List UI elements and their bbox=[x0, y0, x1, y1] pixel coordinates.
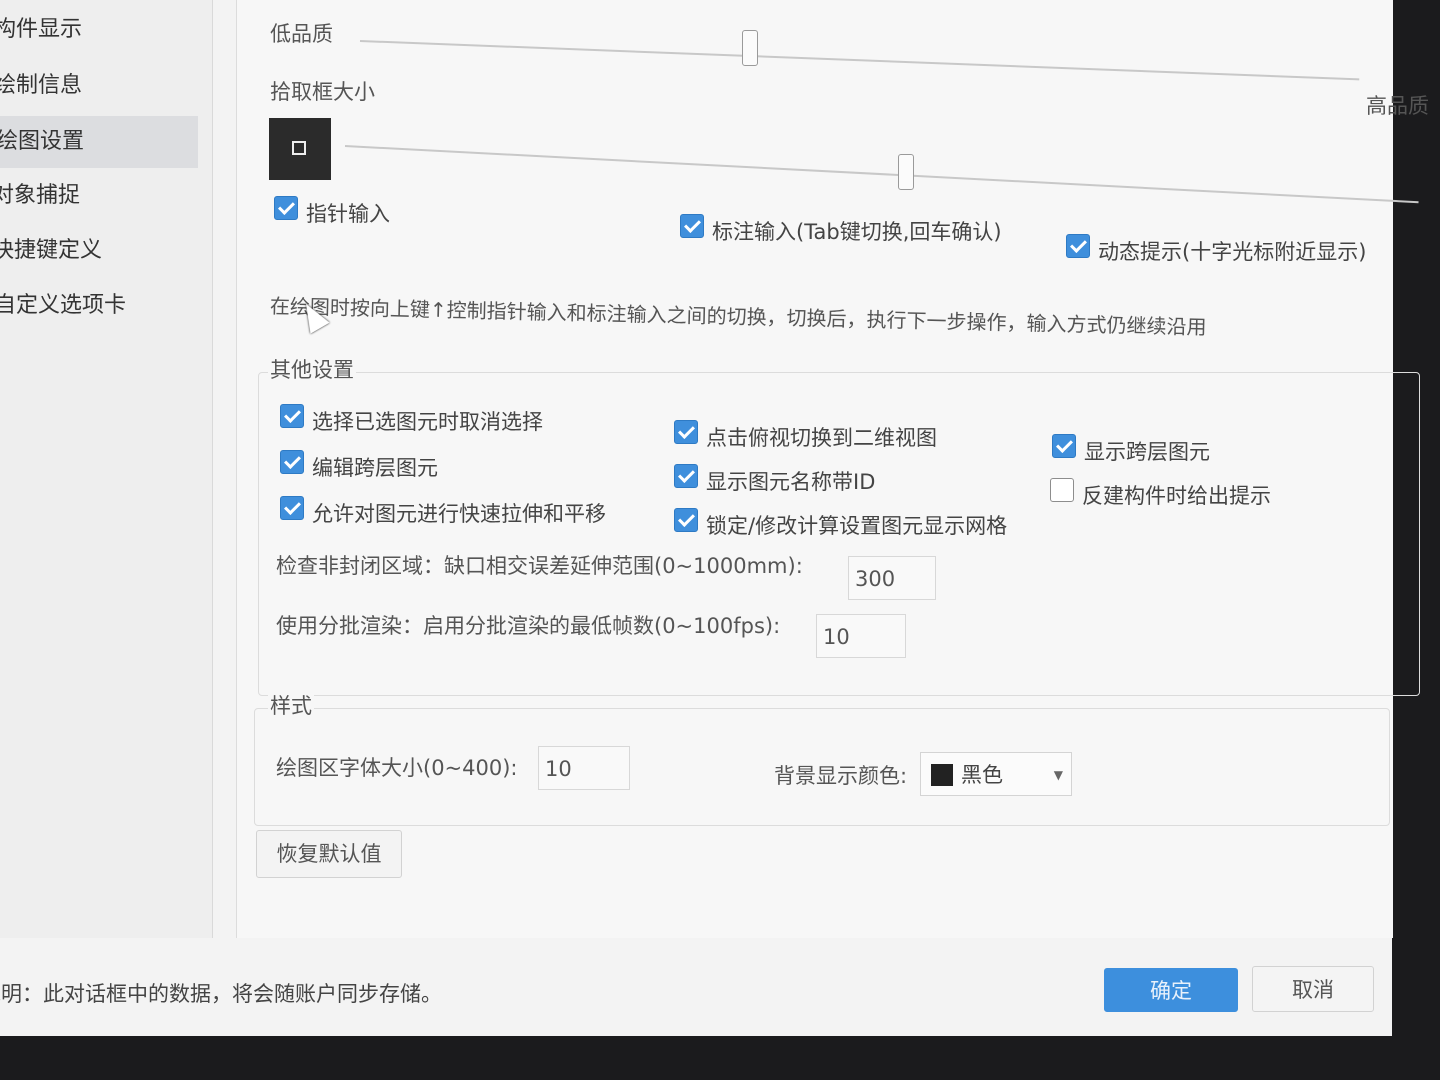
square-icon bbox=[292, 141, 306, 155]
lock-grid-checkbox[interactable] bbox=[674, 508, 698, 532]
show-cross-layer-checkbox[interactable] bbox=[1052, 434, 1076, 458]
batch-render-input[interactable]: 10 bbox=[816, 614, 906, 658]
show-cross-layer-label: 显示跨层图元 bbox=[1084, 440, 1210, 464]
ok-button[interactable]: 确定 bbox=[1104, 968, 1238, 1012]
pointer-input-checkbox[interactable] bbox=[274, 196, 298, 220]
show-name-id-label: 显示图元名称带ID bbox=[706, 470, 876, 494]
color-swatch bbox=[931, 764, 953, 786]
top-view-2d-checkbox[interactable] bbox=[674, 420, 698, 444]
sidebar-item-draw-info[interactable]: 绘制信息 bbox=[0, 60, 196, 112]
pickbox-slider-thumb[interactable] bbox=[898, 154, 914, 190]
quality-slider-thumb[interactable] bbox=[742, 30, 758, 66]
pickbox-size-label: 拾取框大小 bbox=[270, 80, 375, 104]
dimension-input-checkbox[interactable] bbox=[680, 214, 704, 238]
quick-stretch-checkbox[interactable] bbox=[280, 496, 304, 520]
footer-note: 说明：此对话框中的数据，将会随账户同步存储。 bbox=[0, 982, 442, 1006]
restore-default-button[interactable]: 恢复默认值 bbox=[256, 830, 402, 878]
bg-color-select[interactable]: 黑色 ▼ bbox=[920, 752, 1072, 796]
sidebar-item-shortcut-define[interactable]: 快捷键定义 bbox=[0, 225, 194, 277]
options-dialog: 构件显示 绘制信息 绘图设置 对象捕捉 快捷键定义 自定义选项卡 低品质 高品质… bbox=[0, 0, 1429, 1036]
unclosed-area-label: 检查非封闭区域：缺口相交误差延伸范围(0~1000mm): bbox=[276, 554, 803, 578]
bg-color-label: 背景显示颜色: bbox=[774, 764, 908, 788]
unclosed-area-input[interactable]: 300 bbox=[848, 556, 936, 600]
sidebar-item-object-snap[interactable]: 对象捕捉 bbox=[0, 170, 194, 222]
batch-render-label: 使用分批渲染：启用分批渲染的最低帧数(0~100fps): bbox=[276, 614, 781, 638]
font-size-input[interactable]: 10 bbox=[538, 746, 630, 790]
quality-low-label: 低品质 bbox=[270, 22, 333, 46]
sidebar-item-component-display[interactable]: 构件显示 bbox=[0, 4, 196, 56]
top-view-2d-label: 点击俯视切换到二维视图 bbox=[706, 426, 937, 450]
deselect-selected-label: 选择已选图元时取消选择 bbox=[312, 410, 543, 434]
dimension-input-label: 标注输入(Tab键切换,回车确认) bbox=[712, 220, 1002, 244]
quality-high-label: 高品质 bbox=[1366, 94, 1429, 118]
reverse-build-prompt-checkbox[interactable] bbox=[1050, 478, 1074, 502]
pointer-input-label: 指针输入 bbox=[306, 202, 390, 226]
pickbox-preview bbox=[269, 118, 331, 180]
sidebar: 构件显示 绘制信息 绘图设置 对象捕捉 快捷键定义 自定义选项卡 bbox=[0, 0, 213, 938]
dropdown-caret-icon: ▼ bbox=[1053, 768, 1063, 782]
lock-grid-label: 锁定/修改计算设置图元显示网格 bbox=[706, 514, 1008, 538]
sidebar-item-custom-tabs[interactable]: 自定义选项卡 bbox=[0, 280, 196, 332]
reverse-build-prompt-label: 反建构件时给出提示 bbox=[1082, 484, 1271, 508]
quick-stretch-label: 允许对图元进行快速拉伸和平移 bbox=[312, 502, 606, 526]
edit-cross-layer-checkbox[interactable] bbox=[280, 450, 304, 474]
bg-color-value: 黑色 bbox=[961, 763, 1003, 787]
dynamic-prompt-checkbox[interactable] bbox=[1066, 234, 1090, 258]
font-size-label: 绘图区字体大小(0~400): bbox=[276, 756, 518, 780]
dynamic-prompt-label: 动态提示(十字光标附近显示) bbox=[1098, 240, 1367, 264]
style-title: 样式 bbox=[268, 690, 314, 720]
sidebar-item-drawing-settings[interactable]: 绘图设置 bbox=[0, 116, 198, 168]
show-name-id-checkbox[interactable] bbox=[674, 464, 698, 488]
other-settings-title: 其他设置 bbox=[268, 354, 356, 384]
deselect-selected-checkbox[interactable] bbox=[280, 404, 304, 428]
cancel-button[interactable]: 取消 bbox=[1252, 966, 1374, 1012]
edit-cross-layer-label: 编辑跨层图元 bbox=[312, 456, 438, 480]
